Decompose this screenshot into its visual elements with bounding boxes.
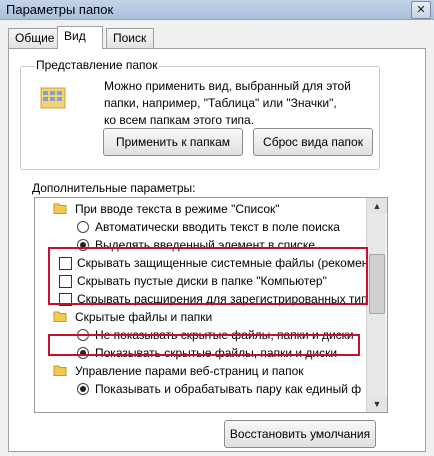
- window-title: Параметры папок: [6, 2, 114, 17]
- list-item[interactable]: Скрывать расширения для зарегистрированн…: [35, 289, 375, 309]
- list-item: Скрытые файлы и папки: [35, 307, 375, 327]
- advanced-settings-list[interactable]: При вводе текста в режиме "Список" Автом…: [34, 197, 388, 413]
- reset-folders-button[interactable]: Сброс вида папок: [253, 128, 373, 156]
- list-item-label: Скрытые файлы и папки: [75, 310, 213, 324]
- restore-defaults-button[interactable]: Восстановить умолчания: [224, 420, 376, 448]
- radio-button[interactable]: [77, 221, 89, 233]
- list-item-label: Скрывать защищенные системные файлы (рек…: [77, 256, 369, 270]
- tab-general[interactable]: Общие: [8, 28, 58, 48]
- list-item-label: Скрывать расширения для зарегистрированн…: [77, 292, 368, 306]
- list-item[interactable]: Показывать скрытые файлы, папки и диски: [35, 343, 375, 363]
- list-item: При вводе текста в режиме "Список": [35, 199, 375, 219]
- list-item-label: Не показывать скрытые файлы, папки и дис…: [95, 328, 354, 342]
- checkbox[interactable]: [59, 257, 72, 270]
- list-item[interactable]: Скрывать пустые диски в папке "Компьютер…: [35, 271, 375, 291]
- folder-view-description: Можно применить вид, выбранный для этой …: [104, 78, 374, 129]
- list-item-label: Показывать скрытые файлы, папки и диски: [95, 346, 338, 360]
- checkbox[interactable]: [59, 293, 72, 306]
- list-item-label: При вводе текста в режиме "Список": [75, 202, 280, 216]
- scroll-thumb[interactable]: [369, 254, 385, 314]
- tab-search[interactable]: Поиск: [106, 28, 154, 48]
- list-item-label: Автоматически вводить текст в поле поиск…: [95, 220, 340, 234]
- close-button[interactable]: ✕: [411, 1, 431, 19]
- folder-icon: [53, 203, 67, 214]
- title-bar: Параметры папок ✕: [0, 0, 434, 20]
- list-item: Управление парами веб-страниц и папок: [35, 361, 375, 381]
- description-line: папки, например, "Таблица" или "Значки",: [104, 96, 337, 110]
- radio-button[interactable]: [77, 383, 89, 395]
- list-item[interactable]: Не показывать скрытые файлы, папки и дис…: [35, 325, 375, 345]
- list-item[interactable]: Скрывать защищенные системные файлы (рек…: [35, 253, 375, 273]
- scroll-down-icon[interactable]: ▼: [367, 396, 387, 412]
- list-item[interactable]: Автоматически вводить текст в поле поиск…: [35, 217, 375, 237]
- list-scrollbar[interactable]: ▲ ▼: [366, 198, 387, 412]
- list-item-label: Скрывать пустые диски в папке "Компьютер…: [77, 274, 327, 288]
- advanced-settings-label: Дополнительные параметры:: [32, 181, 196, 195]
- folder-icon: [53, 311, 67, 322]
- radio-button[interactable]: [77, 239, 89, 251]
- folder-view-group-title: Представление папок: [34, 58, 160, 72]
- scroll-up-icon[interactable]: ▲: [367, 198, 387, 214]
- radio-button[interactable]: [77, 347, 89, 359]
- radio-button[interactable]: [77, 329, 89, 341]
- list-item-label: Показывать и обрабатывать пару как едины…: [95, 382, 362, 396]
- list-item-label: Управление парами веб-страниц и папок: [75, 364, 304, 378]
- list-item[interactable]: Выделять введенный элемент в списке: [35, 235, 375, 255]
- description-line: Можно применить вид, выбранный для этой: [104, 79, 351, 93]
- list-item-label: Выделять введенный элемент в списке: [95, 238, 315, 252]
- close-icon: ✕: [416, 4, 426, 16]
- checkbox[interactable]: [59, 275, 72, 288]
- tab-view[interactable]: Вид: [57, 26, 103, 49]
- apply-to-folders-button[interactable]: Применить к папкам: [103, 128, 243, 156]
- list-item[interactable]: Показывать и обрабатывать пару как едины…: [35, 379, 375, 399]
- folder-view-icon: [40, 87, 66, 109]
- folder-icon: [53, 365, 67, 376]
- description-line: ко всем папкам этого типа.: [104, 113, 255, 127]
